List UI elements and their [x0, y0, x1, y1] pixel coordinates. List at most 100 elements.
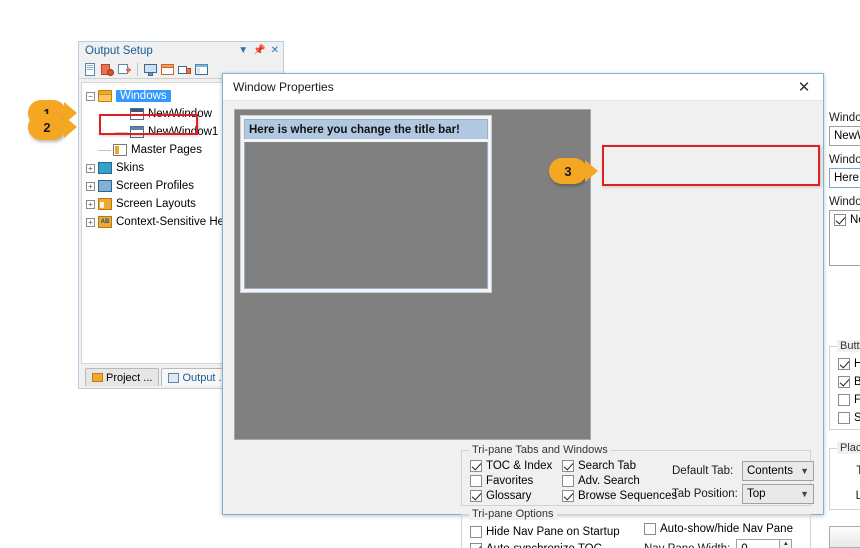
skin-icon — [98, 162, 112, 174]
checkbox-icon[interactable] — [838, 394, 850, 406]
checkbox-icon[interactable] — [470, 459, 482, 472]
tripane-tabs-groupbox: Tri-pane Tabs and Windows TOC & Index Se… — [461, 444, 814, 506]
highlight-box-window-caption — [602, 145, 820, 186]
checkbox-icon[interactable] — [644, 523, 656, 535]
window-name-value: NewWindow1 — [834, 130, 860, 142]
checkbox-toc-index[interactable]: TOC & Index — [470, 459, 562, 472]
window-caption-label: Window Caption: — [829, 154, 860, 166]
chevron-down-icon[interactable]: ▼ — [800, 466, 809, 476]
checkbox-icon[interactable] — [470, 542, 482, 548]
checkbox-back[interactable]: Back — [838, 376, 860, 388]
default-tab-combo[interactable]: Contents ▼ — [742, 460, 814, 481]
checkbox-forward[interactable]: Forward — [838, 394, 860, 406]
nav-pane-width-stepper[interactable]: ▲ ▼ — [779, 539, 793, 548]
checkbox-label: Forward — [854, 394, 860, 406]
advanced-properties-button[interactable]: Advanced Properties... — [829, 526, 860, 548]
dialog-title: Window Properties — [233, 80, 334, 94]
list-item[interactable]: NewWindow1 — [834, 214, 860, 226]
tree-item-label: Screen Profiles — [116, 180, 194, 192]
toolbar-separator — [137, 62, 138, 76]
tab-project[interactable]: Project ... — [85, 368, 160, 386]
checkbox-label: Browse Sequences — [578, 489, 678, 502]
checkbox-label: Search Tab — [578, 459, 636, 472]
preview-caption: Here is where you change the title bar! — [244, 119, 488, 139]
chevron-down-icon[interactable]: ▼ — [800, 489, 809, 499]
folder-icon — [98, 90, 112, 102]
buttons-groupbox: Buttons Hide/Show Refresh Locate Back Ho… — [829, 340, 860, 430]
close-icon[interactable]: ✕ — [271, 46, 279, 56]
checkbox-label: Auto-show/hide Nav Pane — [660, 523, 793, 535]
checkbox-icon[interactable] — [470, 489, 482, 502]
default-tab-value: Contents — [747, 464, 794, 477]
preview-body — [244, 142, 488, 289]
windows-to-display-list[interactable]: NewWindow1 — [829, 210, 860, 266]
checkbox-stop[interactable]: Stop — [838, 412, 860, 424]
placement-groupbox: Placement Top: 4 Height: 556 Left: 4 Wid… — [829, 442, 860, 510]
context-help-icon: AB — [98, 216, 112, 228]
output-setup-title: Output Setup — [85, 45, 153, 57]
screenshot-root: Output Setup ▼ 📌 ✕ − Windows NewWindow N… — [0, 0, 860, 548]
expander-collapse-icon[interactable]: − — [86, 91, 95, 101]
dialog-titlebar: Window Properties ✕ — [223, 74, 823, 101]
skin-icon[interactable] — [177, 62, 192, 77]
checkbox-icon[interactable] — [562, 489, 574, 502]
window-name-combo[interactable]: NewWindow1 ▼ — [829, 126, 860, 146]
publish-icon[interactable] — [143, 62, 158, 77]
list-item-label: NewWindow1 — [850, 214, 860, 226]
expander-expand-icon[interactable]: + — [86, 163, 95, 173]
stepper-up-icon[interactable]: ▲ — [779, 539, 793, 548]
pin-icon[interactable]: 📌 — [253, 46, 265, 56]
checkbox-label: TOC & Index — [486, 459, 553, 472]
checkbox-icon[interactable] — [838, 412, 850, 424]
checkbox-icon[interactable] — [838, 358, 850, 370]
checkbox-icon[interactable] — [562, 459, 574, 472]
output-icon — [168, 372, 180, 383]
new-document-icon[interactable] — [83, 62, 98, 77]
screen-layout-icon — [98, 198, 112, 210]
tree-item-label: Windows — [116, 90, 171, 102]
tab-label: Output ... — [182, 371, 228, 384]
placement-legend: Placement — [837, 442, 860, 454]
master-page-icon — [113, 144, 127, 156]
close-icon[interactable]: ✕ — [791, 76, 817, 98]
buttons-legend: Buttons — [837, 340, 860, 352]
tripane-options-legend: Tri-pane Options — [469, 508, 557, 520]
checkbox-favorites[interactable]: Favorites — [470, 474, 562, 487]
checkbox-adv-search[interactable]: Adv. Search — [562, 474, 674, 487]
checkbox-label: Hide/Show — [854, 358, 860, 370]
nav-pane-width-label: Nav Pane Width: — [644, 543, 730, 548]
tree-item-label: Screen Layouts — [116, 198, 196, 210]
expander-expand-icon[interactable]: + — [86, 199, 95, 209]
chevron-down-icon[interactable]: ▼ — [238, 46, 248, 56]
add-target-icon[interactable] — [117, 62, 132, 77]
checkbox-icon[interactable] — [834, 214, 846, 226]
tree-item-label: Master Pages — [131, 144, 202, 156]
palette-icon[interactable] — [100, 62, 115, 77]
windows-to-display-label: Windows to Display: — [829, 196, 860, 208]
layout-icon[interactable] — [194, 62, 209, 77]
expander-expand-icon[interactable]: + — [86, 181, 95, 191]
nav-pane-width-input[interactable]: 0 — [736, 539, 781, 548]
expander-expand-icon[interactable]: + — [86, 217, 95, 227]
callout-badge-2: 2 — [28, 114, 77, 140]
checkbox-label: Auto-synchronize TOC — [486, 543, 602, 548]
checkbox-icon[interactable] — [838, 376, 850, 388]
folder-icon — [92, 373, 103, 382]
checkbox-search-tab[interactable]: Search Tab — [562, 459, 674, 472]
tab-position-combo[interactable]: Top ▼ — [742, 483, 814, 504]
checkbox-browse-sequences[interactable]: Browse Sequences — [562, 489, 678, 502]
checkbox-icon[interactable] — [562, 474, 574, 487]
window-icon[interactable] — [160, 62, 175, 77]
checkbox-label: Adv. Search — [578, 474, 640, 487]
window-name-label: Window Name: — [829, 112, 860, 124]
checkbox-label: Hide Nav Pane on Startup — [486, 525, 620, 538]
callout-number: 2 — [43, 119, 51, 135]
top-label: Top: — [856, 464, 860, 477]
checkbox-hide-show[interactable]: Hide/Show — [838, 358, 860, 370]
checkbox-glossary[interactable]: Glossary — [470, 489, 562, 502]
checkbox-icon[interactable] — [470, 525, 482, 538]
checkbox-auto-show-hide-nav-pane[interactable]: Auto-show/hide Nav Pane — [644, 523, 793, 535]
window-caption-input[interactable]: Here is where you change the title bar! — [829, 168, 860, 188]
checkbox-icon[interactable] — [470, 474, 482, 487]
